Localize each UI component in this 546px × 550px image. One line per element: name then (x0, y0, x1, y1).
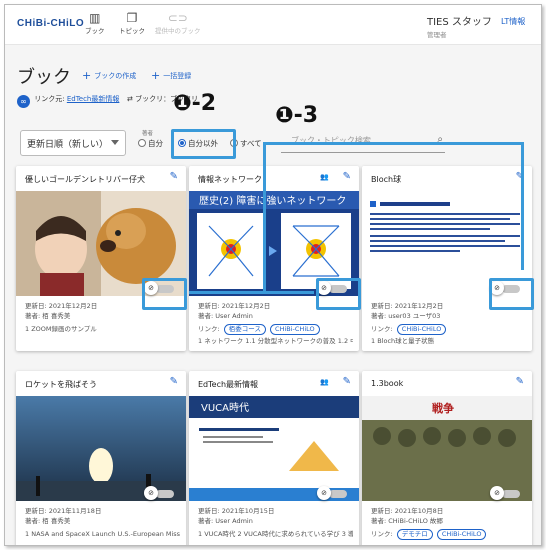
card-title: ロケットを飛ばそう (25, 380, 97, 389)
edit-icon[interactable]: ✎ (170, 171, 178, 182)
lt-info-link[interactable]: LT情報 (501, 16, 525, 27)
nav-provided-books[interactable]: ⊂⊃ 提供中のブック (155, 11, 201, 35)
card-title: 優しいゴールデンレトリバー仔犬 (25, 175, 145, 184)
radio-self[interactable]: 自分 (138, 138, 163, 149)
nav-topic[interactable]: ❐ トピック (119, 11, 145, 35)
edit-icon[interactable]: ✎ (343, 376, 351, 387)
card-description: 1 VUCA時代 2 VUCA時代に求められている学び 3 導入の事例 (198, 530, 353, 538)
book-card[interactable]: 1.3book ✎ 戦争 ⊘ 更新日: 2021年10月8日 著者: CHiBi… (362, 371, 532, 545)
link-icon: ⊂⊃ (167, 11, 188, 25)
card-author: 著者: CHiBi-CHiLO 故郷 (371, 516, 443, 525)
annotation-step-1-2: ❶-2 (173, 91, 217, 116)
book-card[interactable]: 優しいゴールデンレトリバー仔犬 ✎ ⊘ 更新日: 2021年12月2日 著者: … (16, 166, 186, 351)
annotation-step-1-3: ❶-3 (275, 103, 319, 128)
card-author: 著者: 栢 喜秀美 (25, 311, 71, 320)
nav-book[interactable]: ▥ ブック (85, 11, 105, 35)
link-icon: ∞ (17, 95, 30, 108)
book-link-icon: ⇄ (127, 95, 133, 103)
publish-toggle[interactable]: ⊘ (142, 486, 176, 500)
book-card[interactable]: EdTech最新情報 👥 ✎ VUCA時代 ⊘ 更新日: 2021年10月15日… (189, 371, 359, 545)
card-description: 1 ZOOM録画のサンプル (25, 325, 97, 333)
book-card[interactable]: Bloch球 ✎ ⊘ 更新日: 2021年12月2日 著者: user03 ユー… (362, 166, 532, 351)
thumb-title: 戦争 (432, 401, 454, 415)
thumb-title: VUCA時代 (201, 402, 249, 414)
user-menu[interactable]: TIES スタッフ 管理者 (427, 13, 492, 39)
card-title: EdTech最新情報 (198, 380, 259, 389)
card-updated: 更新日: 2021年11月18日 (25, 507, 102, 515)
user-name: TIES スタッフ (427, 17, 492, 28)
edit-icon[interactable]: ✎ (343, 171, 351, 182)
card-links: リンク: CHiBi-CHiLO (371, 323, 447, 335)
card-updated: 更新日: 2021年10月15日 (198, 507, 275, 515)
card-thumbnail: VUCA時代 (189, 396, 359, 501)
connector-line (263, 142, 523, 145)
card-description: 1 ネットワーク 1.1 分散型ネットワークの普及 1.2 中央集約型ネットワー… (198, 337, 353, 345)
card-author: 著者: 栢 喜秀美 (25, 516, 71, 525)
card-thumbnail (16, 396, 186, 501)
card-author: 著者: User Admin (198, 311, 253, 320)
plus-icon: + (82, 69, 92, 82)
plus-icon: + (151, 69, 161, 82)
topic-icon: ❐ (126, 11, 138, 25)
link-off-icon: ⊘ (144, 486, 158, 500)
link-off-icon: ⊘ (490, 486, 504, 500)
book-icon: ▥ (89, 11, 101, 25)
edit-icon[interactable]: ✎ (516, 376, 524, 387)
card-author: 著者: user03 ユーザ03 (371, 311, 441, 320)
page-title: ブック (17, 67, 71, 87)
link-source-row: ∞ リンク元: EdTech最新情報 (17, 94, 119, 108)
publish-toggle[interactable]: ⊘ (315, 486, 349, 500)
book-card[interactable]: ロケットを飛ばそう ✎ ⊘ 更新日: 2021年11月18日 著者: 栢 喜秀美… (16, 371, 186, 545)
link-source-link[interactable]: EdTech最新情報 (67, 95, 120, 103)
link-chip[interactable]: CHiBi-CHiLO (396, 324, 447, 335)
card-description: 1 Bloch球と量子状態 (371, 337, 435, 345)
edit-icon[interactable]: ✎ (170, 376, 178, 387)
card-title: 1.3book (371, 379, 404, 388)
card-updated: 更新日: 2021年10月8日 (371, 507, 444, 515)
card-author: 著者: User Admin (198, 516, 253, 525)
sort-select[interactable]: 更新日順（新しい） (20, 130, 126, 156)
thumb-title: 歴史(2) 障害に強いネットワーク (199, 194, 346, 207)
highlight-toggle-card-3 (489, 278, 534, 310)
link-off-icon: ⊘ (317, 486, 331, 500)
author-filter-label: 著者 (142, 131, 154, 137)
card-description: 1 NASA and SpaceX Launch U.S.-European M… (25, 530, 180, 538)
card-links: リンク: デモチロ CHiBi-CHiLO (371, 528, 487, 540)
user-role: 管理者 (427, 31, 447, 39)
card-links: リンク: 栢委コース CHiBi-CHiLO (198, 323, 320, 335)
book-card[interactable]: 情報ネットワーク 👥 ✎ 歴史(2) 障害に強いネットワーク ⊘ 更新日: 20… (189, 166, 359, 351)
highlight-toggle-card-1 (142, 278, 187, 310)
highlight-toggle-card-2 (316, 278, 361, 310)
highlight-others-radio (171, 129, 236, 159)
link-chip[interactable]: 栢委コース (223, 324, 266, 335)
app-window: CHiBi-CHiLO ▥ ブック ❐ トピック ⊂⊃ 提供中のブック TIES… (4, 4, 542, 546)
link-chip[interactable]: デモチロ (396, 529, 433, 540)
card-title: Bloch球 (371, 175, 402, 184)
top-bar: CHiBi-CHiLO ▥ ブック ❐ トピック ⊂⊃ 提供中のブック TIES… (5, 5, 541, 45)
app-logo[interactable]: CHiBi-CHiLO (17, 18, 84, 29)
bulk-register-button[interactable]: + 一括登録 (151, 69, 191, 82)
shared-icon: 👥 (320, 378, 329, 386)
connector-line (189, 291, 314, 294)
create-book-button[interactable]: + ブックの作成 (82, 69, 136, 82)
connector-line (263, 142, 266, 292)
chevron-down-icon (111, 140, 119, 145)
link-chip[interactable]: CHiBi-CHiLO (270, 324, 320, 335)
publish-toggle[interactable]: ⊘ (488, 486, 522, 500)
shared-icon: 👥 (320, 173, 329, 181)
card-thumbnail: 戦争 (362, 396, 532, 501)
connector-line (521, 142, 524, 270)
link-chip[interactable]: CHiBi-CHiLO (436, 529, 487, 540)
